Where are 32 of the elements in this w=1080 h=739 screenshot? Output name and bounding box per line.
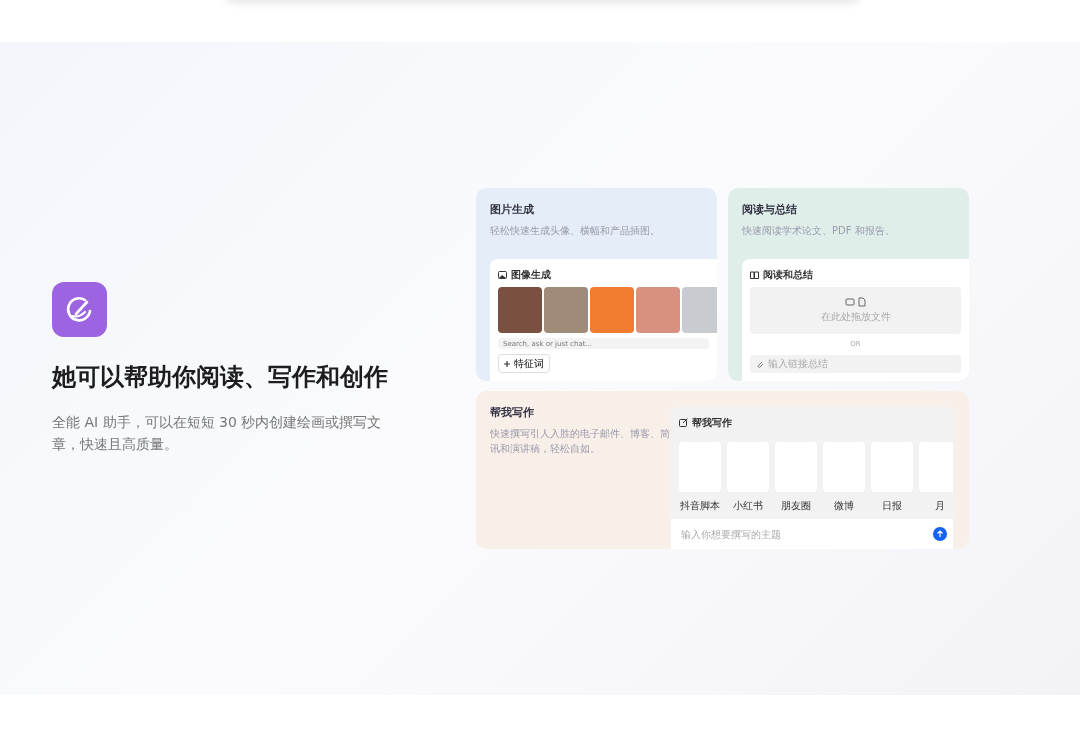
book-icon [750,270,759,279]
photo-placeholder [590,287,634,333]
template-label[interactable]: 月 [935,498,945,514]
panel-title: 图像生成 [511,268,551,282]
edit-icon [679,418,688,427]
plus-icon [504,360,510,367]
photo-placeholder [498,287,542,333]
card-title: 帮我写作 [490,405,535,421]
template-label[interactable]: 小红书 [733,498,763,514]
send-button[interactable] [933,527,947,542]
photo-placeholder [682,287,717,333]
drop-hint: 在此处拖放文件 [820,310,891,325]
panel-title: 阅读和总结 [763,268,813,282]
template-label[interactable]: 朋友圈 [781,498,811,514]
photo-placeholder [636,287,680,333]
paperclip-icon [756,359,764,368]
add-button[interactable]: 特征词 [498,354,550,373]
card-subtitle: 快速撰写引人入胜的电子邮件、博客、简讯和演讲稿，轻松自如。 [490,426,671,456]
card-subtitle: 轻松快速生成头像、横幅和产品插图。 [490,223,661,238]
card-title: 阅读与总结 [742,202,798,218]
arrow-up-icon [936,530,944,539]
file-icons [844,297,867,308]
description: 全能 AI 助手，可以在短短 30 秒内创建绘画或撰写文章，快速且高质量。 [52,412,383,454]
panel-title: 帮我写作 [692,416,732,430]
headline: 她可以帮助你阅读、写作和创作 [52,361,389,393]
photo-placeholder [544,287,588,333]
template-label[interactable]: 日报 [882,498,902,514]
card-title: 图片生成 [490,202,535,218]
card-subtitle: 快速阅读学术论文、PDF 和报告。 [742,223,896,238]
template-label[interactable]: 抖音脚本 [680,498,720,514]
template-label[interactable]: 微博 [834,498,854,514]
image-icon [498,270,507,279]
